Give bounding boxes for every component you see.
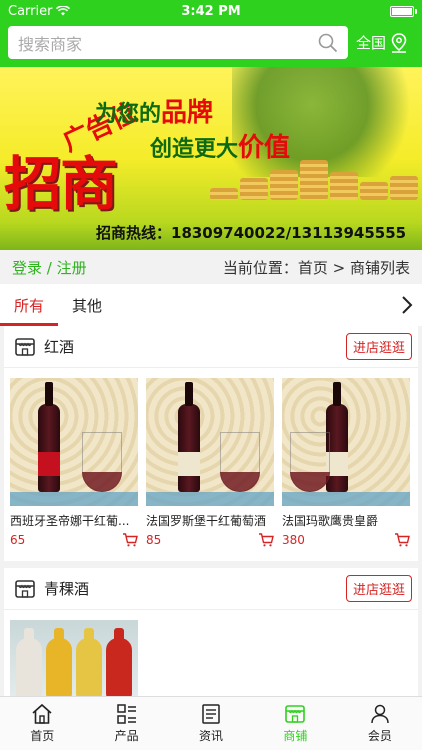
tab-member[interactable]: 会员 xyxy=(338,697,422,750)
tab-news[interactable]: 资讯 xyxy=(169,697,253,750)
tab-products[interactable]: 产品 xyxy=(84,697,168,750)
bottom-tab-bar: 首页 产品 资讯 商铺 会员 xyxy=(0,696,422,750)
search-icon xyxy=(318,33,338,52)
coin-stack xyxy=(390,176,418,200)
product-card[interactable]: 西班牙圣帝娜干红葡... 65 xyxy=(10,378,138,561)
product-image xyxy=(10,378,138,506)
news-icon xyxy=(202,704,220,724)
battery-icon xyxy=(390,5,417,17)
tab-news-label: 资讯 xyxy=(199,729,224,743)
coin-stack xyxy=(240,178,268,200)
tab-member-label: 会员 xyxy=(367,729,392,743)
banner-slogan-1: 为您的品牌 xyxy=(95,98,214,128)
cart-icon[interactable] xyxy=(394,533,410,547)
shop-name: 红酒 xyxy=(44,338,75,356)
tab-other[interactable]: 其他 xyxy=(58,284,116,326)
product-image xyxy=(282,378,410,506)
carrier: Carrier xyxy=(8,3,71,19)
status-bar: Carrier 3:42 PM xyxy=(0,0,422,22)
tab-shops-label: 商铺 xyxy=(283,729,308,743)
product-price: 380 xyxy=(282,533,305,547)
tab-all[interactable]: 所有 xyxy=(0,284,59,326)
shop-icon xyxy=(15,337,35,356)
home-icon xyxy=(32,703,52,724)
shop-name: 青稞酒 xyxy=(44,580,90,598)
login-register-link[interactable]: 登录 / 注册 xyxy=(12,257,87,278)
product-name: 西班牙圣帝娜干红葡... xyxy=(10,514,130,528)
enter-shop-button[interactable]: 进店逛逛 xyxy=(345,333,412,360)
wifi-icon xyxy=(56,6,71,16)
banner-hotline: 招商热线：18309740022/13113945555 xyxy=(96,224,407,242)
banner-headline: 招商 xyxy=(4,150,118,218)
coin-stack xyxy=(330,172,358,200)
coin-stack xyxy=(300,160,328,200)
breadcrumb-bar: 登录 / 注册 当前位置：首页 > 商铺列表 xyxy=(0,250,422,284)
shop-icon xyxy=(285,705,306,723)
tab-products-label: 产品 xyxy=(114,729,139,743)
product-name: 法国罗斯堡干红葡萄酒 xyxy=(146,514,267,528)
tabs-scroll-right[interactable] xyxy=(392,284,422,326)
coin-stack xyxy=(360,182,388,200)
promo-banner[interactable]: 广告位 招商 为您的品牌 创造更大价值 招商热线：18309740022/131… xyxy=(0,67,422,250)
chevron-right-icon xyxy=(402,296,413,314)
tab-shops[interactable]: 商铺 xyxy=(253,697,337,750)
search-input[interactable]: 搜索商家 xyxy=(8,26,348,59)
location-pin-icon xyxy=(391,32,407,53)
grid-list-icon xyxy=(116,704,136,724)
product-card[interactable]: 法国罗斯堡干红葡萄酒 85 xyxy=(146,378,274,561)
shop-card: 青稞酒 进店逛逛 xyxy=(4,568,418,698)
product-image xyxy=(146,378,274,506)
carrier-label: Carrier xyxy=(8,3,53,19)
top-header: Carrier 3:42 PM 搜索商家 全国 xyxy=(0,0,422,67)
product-image xyxy=(10,620,138,698)
shop-card: 红酒 进店逛逛 西班牙圣帝娜干红葡... 65 法国罗斯堡干红葡萄酒 85 法国… xyxy=(4,326,418,561)
category-tabs: 所有 其他 xyxy=(0,284,422,326)
coin-stack xyxy=(270,170,298,200)
search-placeholder: 搜索商家 xyxy=(18,34,83,54)
product-price: 85 xyxy=(146,533,162,547)
tab-home[interactable]: 首页 xyxy=(0,697,84,750)
shop-icon xyxy=(15,579,35,598)
user-icon xyxy=(371,704,389,724)
cart-icon[interactable] xyxy=(122,533,138,547)
breadcrumb: 当前位置：首页 > 商铺列表 xyxy=(222,258,410,277)
product-name: 法国玛歌鹰贵皇爵 xyxy=(282,514,379,528)
tab-home-label: 首页 xyxy=(30,729,55,743)
enter-shop-button[interactable]: 进店逛逛 xyxy=(345,575,412,602)
region-selector[interactable]: 全国 xyxy=(356,32,408,53)
product-price: 65 xyxy=(10,533,26,547)
product-card[interactable]: 法国玛歌鹰贵皇爵 380 xyxy=(282,378,410,561)
cart-icon[interactable] xyxy=(258,533,274,547)
coin-stack xyxy=(210,188,238,200)
banner-slogan-2: 创造更大价值 xyxy=(150,133,291,163)
region-label: 全国 xyxy=(356,34,387,52)
product-card[interactable] xyxy=(10,620,138,698)
